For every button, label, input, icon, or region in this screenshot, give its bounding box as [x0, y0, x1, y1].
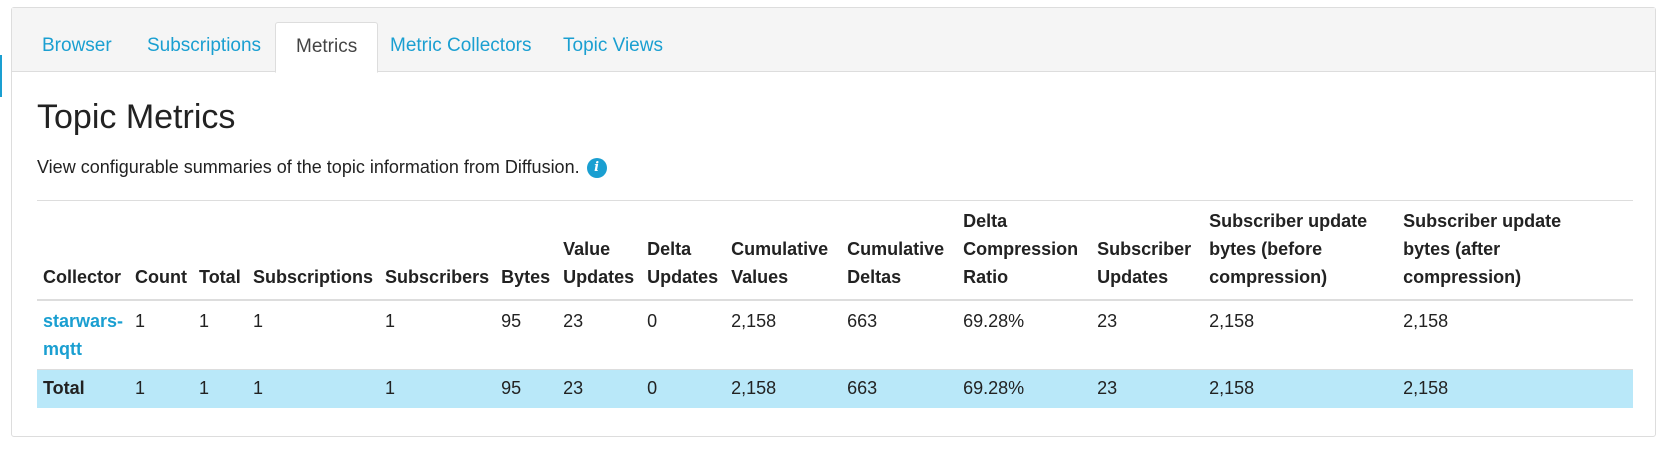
cell-delta-compression-ratio: 69.28%	[963, 311, 1025, 331]
total-subscribers: 1	[379, 369, 496, 408]
header-bytes-after-compression[interactable]: Subscriber update bytes (after compressi…	[1397, 200, 1633, 301]
total-count: 1	[129, 369, 194, 408]
total-label: Total	[37, 369, 130, 408]
total-subscriber-updates: 23	[1091, 369, 1204, 408]
header-subscriber-updates[interactable]: Subscriber Updates	[1091, 200, 1204, 301]
cell-bytes: 95	[501, 311, 522, 331]
cell-subscriber-updates: 23	[1097, 311, 1118, 331]
cell-collector[interactable]: starwars-mqtt	[37, 300, 129, 370]
total-row: Total 1 1 1 1 95 23 0 2,158 663 69.28% 2…	[37, 369, 1633, 408]
header-value-updates[interactable]: Value Updates	[557, 200, 642, 301]
header-count[interactable]: Count	[129, 200, 194, 301]
header-total[interactable]: Total	[193, 200, 248, 301]
total-cumulative-values: 2,158	[725, 369, 842, 408]
metrics-panel: Browser Subscriptions Metrics Metric Col…	[11, 7, 1656, 437]
cell-bytes-after-compression: 2,158	[1403, 311, 1449, 331]
page-title: Topic Metrics	[37, 98, 236, 136]
tab-bar: Browser Subscriptions Metrics Metric Col…	[12, 8, 1655, 73]
total-cumulative-deltas: 663	[841, 369, 958, 408]
total-delta-compression-ratio: 69.28%	[957, 369, 1092, 408]
left-edge-marker	[0, 55, 2, 97]
cell-subscriptions: 1	[253, 311, 264, 331]
collector-link[interactable]: starwars-mqtt	[43, 311, 123, 359]
header-cumulative-deltas[interactable]: Cumulative Deltas	[841, 200, 958, 301]
description-text: View configurable summaries of the topic…	[37, 157, 580, 177]
total-total: 1	[193, 369, 248, 408]
total-subscriptions: 1	[247, 369, 380, 408]
cell-delta-updates: 0	[647, 311, 658, 331]
tab-topic-views[interactable]: Topic Views	[543, 22, 683, 72]
total-delta-updates: 0	[641, 369, 726, 408]
header-delta-compression-ratio[interactable]: Delta Compression Ratio	[957, 200, 1092, 301]
cell-subscribers: 1	[385, 311, 396, 331]
tab-metric-collectors[interactable]: Metric Collectors	[370, 22, 551, 72]
header-subscriptions[interactable]: Subscriptions	[247, 200, 380, 301]
header-subscribers[interactable]: Subscribers	[379, 200, 496, 301]
total-bytes-after-compression: 2,158	[1397, 369, 1633, 408]
tab-subscriptions[interactable]: Subscriptions	[127, 22, 281, 72]
cell-total: 1	[199, 311, 210, 331]
cell-count: 1	[135, 311, 146, 331]
header-bytes[interactable]: Bytes	[495, 200, 558, 301]
info-icon[interactable]: i	[586, 157, 607, 178]
header-collector[interactable]: Collector	[37, 200, 130, 301]
table-row: starwars-mqtt 1 1 1 1 95 23 0 2,158 663 …	[37, 300, 1633, 370]
cell-value-updates: 23	[563, 311, 584, 331]
cell-cumulative-values: 2,158	[731, 311, 777, 331]
cell-cumulative-deltas: 663	[847, 311, 878, 331]
total-bytes-before-compression: 2,158	[1203, 369, 1398, 408]
cell-bytes-before-compression: 2,158	[1209, 311, 1255, 331]
total-value-updates: 23	[557, 369, 642, 408]
metrics-table: Collector Count Total Subscriptions Subs…	[37, 200, 1633, 408]
tab-metrics[interactable]: Metrics	[275, 22, 379, 73]
header-delta-updates[interactable]: Delta Updates	[641, 200, 726, 301]
page-description: View configurable summaries of the topic…	[37, 157, 607, 178]
tab-browser[interactable]: Browser	[22, 22, 132, 72]
header-bytes-before-compression[interactable]: Subscriber update bytes (before compress…	[1203, 200, 1398, 301]
total-bytes: 95	[495, 369, 558, 408]
table-header-row: Collector Count Total Subscriptions Subs…	[37, 200, 1633, 301]
header-cumulative-values[interactable]: Cumulative Values	[725, 200, 842, 301]
